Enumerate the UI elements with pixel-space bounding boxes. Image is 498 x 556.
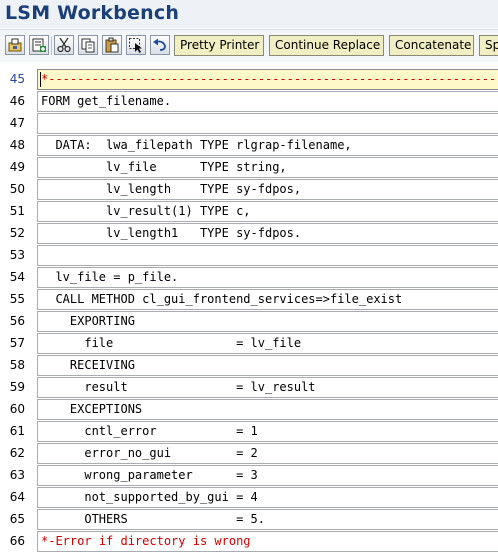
code-line: 60 EXCEPTIONS xyxy=(0,398,498,420)
code-line: 63 wrong_parameter = 3 xyxy=(0,464,498,486)
code-line-input[interactable]: FORM get_filename. xyxy=(37,91,498,112)
line-number: 55 xyxy=(9,292,25,306)
select-icon[interactable] xyxy=(126,35,146,55)
pretty-printer-button[interactable]: Pretty Printer xyxy=(174,35,264,56)
text-cursor xyxy=(40,72,41,87)
code-line-input[interactable]: EXPORTING xyxy=(37,311,498,332)
code-line: 50 lv_length TYPE sy-fdpos, xyxy=(0,178,498,200)
code-line-input[interactable] xyxy=(37,113,498,134)
line-number: 58 xyxy=(9,358,25,372)
line-number: 48 xyxy=(9,138,25,152)
line-number: 57 xyxy=(9,336,25,350)
code-line-input[interactable]: lv_length1 TYPE sy-fdpos. xyxy=(37,223,498,244)
code-line: 52 lv_length1 TYPE sy-fdpos. xyxy=(0,222,498,244)
code-line: 62 error_no_gui = 2 xyxy=(0,442,498,464)
split-button[interactable]: Sp xyxy=(479,35,498,56)
line-number: 45 xyxy=(9,72,25,86)
toolbar-separator xyxy=(51,37,52,55)
line-number: 62 xyxy=(9,446,25,460)
code-line: 64 not_supported_by_gui = 4 xyxy=(0,486,498,508)
code-line: 45 *------------------------------------… xyxy=(0,68,498,90)
code-line: 48 DATA: lwa_filepath TYPE rlgrap-filena… xyxy=(0,134,498,156)
line-number: 51 xyxy=(9,204,25,218)
code-template-icon[interactable] xyxy=(5,35,25,55)
code-line: 49 lv_file TYPE string, xyxy=(0,156,498,178)
paste-icon[interactable] xyxy=(102,35,122,55)
code-line: 59 result = lv_result xyxy=(0,376,498,398)
line-number: 59 xyxy=(9,380,25,394)
code-line: 51 lv_result(1) TYPE c, xyxy=(0,200,498,222)
line-number: 49 xyxy=(9,160,25,174)
code-line-input[interactable]: result = lv_result xyxy=(37,377,498,398)
line-number: 66 xyxy=(9,534,25,548)
line-number: 61 xyxy=(9,424,25,438)
code-line: 47 xyxy=(0,112,498,134)
code-line-input[interactable] xyxy=(37,245,498,266)
code-line: 53 xyxy=(0,244,498,266)
code-line: 56 EXPORTING xyxy=(0,310,498,332)
code-line-input[interactable]: file = lv_file xyxy=(37,333,498,354)
code-line-input[interactable]: lv_result(1) TYPE c, xyxy=(37,201,498,222)
code-line: 55 CALL METHOD cl_gui_frontend_services=… xyxy=(0,288,498,310)
code-line: 65 OTHERS = 5. xyxy=(0,508,498,530)
code-line: 61 cntl_error = 1 xyxy=(0,420,498,442)
line-number: 52 xyxy=(9,226,25,240)
line-number: 64 xyxy=(9,490,25,504)
title-bar: LSM Workbench xyxy=(0,0,498,28)
code-line-input[interactable]: DATA: lwa_filepath TYPE rlgrap-filename, xyxy=(37,135,498,156)
code-line-input[interactable]: *-Error if directory is wrong xyxy=(37,531,498,552)
insert-icon[interactable] xyxy=(29,35,49,55)
code-line: 58 RECEIVING xyxy=(0,354,498,376)
code-line: 46 FORM get_filename. xyxy=(0,90,498,112)
line-number: 50 xyxy=(9,182,25,196)
code-line-input[interactable]: wrong_parameter = 3 xyxy=(37,465,498,486)
app-title: LSM Workbench xyxy=(5,2,180,24)
code-editor: 45 *------------------------------------… xyxy=(0,68,498,556)
code-line-input[interactable]: lv_file = p_file. xyxy=(37,267,498,288)
line-number: 65 xyxy=(9,512,25,526)
line-number: 60 xyxy=(9,402,25,416)
code-line: 66 *-Error if directory is wrong xyxy=(0,530,498,552)
line-number: 53 xyxy=(9,248,25,262)
code-line-input[interactable]: *---------------------------------------… xyxy=(37,69,498,90)
code-line-input[interactable]: OTHERS = 5. xyxy=(37,509,498,530)
application-toolbar: Pretty Printer Continue Replace Concaten… xyxy=(0,29,498,62)
continue-replace-button[interactable]: Continue Replace xyxy=(269,35,384,56)
concatenate-button[interactable]: Concatenate xyxy=(389,35,474,56)
code-line-input[interactable]: cntl_error = 1 xyxy=(37,421,498,442)
code-line-input[interactable]: lv_length TYPE sy-fdpos, xyxy=(37,179,498,200)
code-line-input[interactable]: EXCEPTIONS xyxy=(37,399,498,420)
line-number: 54 xyxy=(9,270,25,284)
undo-icon[interactable] xyxy=(150,35,170,55)
code-line-input[interactable]: RECEIVING xyxy=(37,355,498,376)
code-line: 57 file = lv_file xyxy=(0,332,498,354)
code-line-input[interactable]: not_supported_by_gui = 4 xyxy=(37,487,498,508)
code-line-input[interactable]: CALL METHOD cl_gui_frontend_services=>fi… xyxy=(37,289,498,310)
line-number: 63 xyxy=(9,468,25,482)
code-line-input[interactable]: lv_file TYPE string, xyxy=(37,157,498,178)
cut-icon[interactable] xyxy=(54,35,74,55)
code-line-input[interactable]: error_no_gui = 2 xyxy=(37,443,498,464)
line-number: 56 xyxy=(9,314,25,328)
line-number: 47 xyxy=(9,116,25,130)
line-number: 46 xyxy=(9,94,25,108)
code-line: 54 lv_file = p_file. xyxy=(0,266,498,288)
copy-icon[interactable] xyxy=(78,35,98,55)
